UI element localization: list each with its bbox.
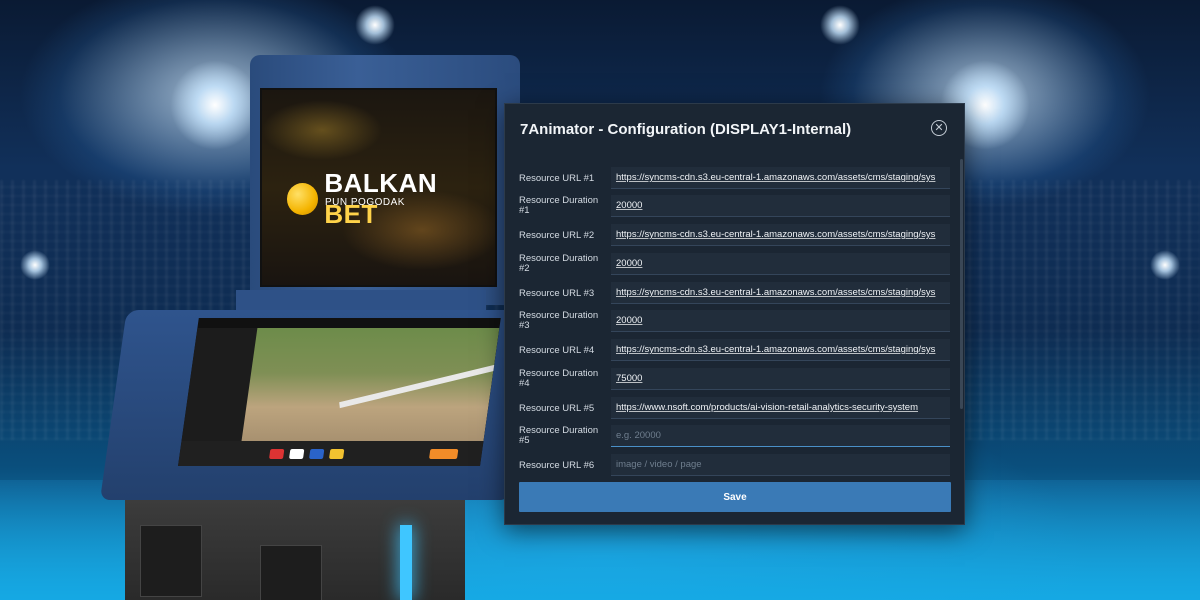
form-row-duration-1: Resource Duration #1 20000 xyxy=(519,195,951,219)
field-label: Resource Duration #1 xyxy=(519,195,599,216)
resource-url-2-input[interactable]: https://syncms-cdn.s3.eu-central-1.amazo… xyxy=(611,224,950,246)
form-row-url-4: Resource URL #4 https://syncms-cdn.s3.eu… xyxy=(519,339,951,363)
form-row-url-2: Resource URL #2 https://syncms-cdn.s3.eu… xyxy=(519,224,951,248)
save-button[interactable]: Save xyxy=(519,482,951,512)
game-bottom-bar xyxy=(178,441,484,466)
resource-url-5-input[interactable]: https://www.nsoft.com/products/ai-vision… xyxy=(611,397,950,419)
field-label: Resource URL #3 xyxy=(519,288,595,299)
dialog-scrollbar[interactable] xyxy=(960,159,963,409)
race-track xyxy=(241,328,500,441)
game-chip xyxy=(308,449,325,459)
resource-duration-5-input[interactable]: e.g. 20000 xyxy=(611,425,950,447)
form-row-duration-4: Resource Duration #4 75000 xyxy=(519,368,951,392)
resource-duration-2-input[interactable]: 20000 xyxy=(611,253,950,275)
game-chip xyxy=(268,449,285,459)
field-label: Resource Duration #2 xyxy=(519,253,599,274)
field-label: Resource URL #5 xyxy=(519,403,595,414)
form-row-duration-2: Resource Duration #2 20000 xyxy=(519,253,951,277)
brand-name-part1: BALKAN xyxy=(324,168,438,198)
input-value: 75000 xyxy=(616,373,643,384)
resource-duration-1-input[interactable]: 20000 xyxy=(611,195,950,217)
game-chip xyxy=(288,449,305,459)
kiosk-glow-edge xyxy=(400,525,412,600)
game-chip xyxy=(428,449,459,459)
form-row-url-1: Resource URL #1 https://syncms-cdn.s3.eu… xyxy=(519,167,951,191)
field-label: Resource Duration #4 xyxy=(519,368,599,389)
input-value: 20000 xyxy=(616,315,643,326)
coin-slot xyxy=(260,545,322,600)
resource-duration-4-input[interactable]: 75000 xyxy=(611,368,950,390)
field-label: Resource URL #1 xyxy=(519,173,595,184)
field-label: Resource URL #6 xyxy=(519,460,595,471)
kiosk-game-screen xyxy=(178,318,501,466)
field-label: Resource URL #4 xyxy=(519,345,595,356)
kiosk-top-screen: BALKAN BET PUN POGODAK xyxy=(260,88,497,287)
background-scene: BALKAN BET PUN POGODAK 7Animator - Confi… xyxy=(0,0,1200,600)
form-row-duration-3: Resource Duration #3 20000 xyxy=(519,310,951,334)
input-value: 20000 xyxy=(616,200,643,211)
form-row-url-5: Resource URL #5 https://www.nsoft.com/pr… xyxy=(519,397,951,421)
input-value: https://syncms-cdn.s3.eu-central-1.amazo… xyxy=(616,172,936,183)
field-label: Resource Duration #3 xyxy=(519,310,599,331)
brand-ball-icon xyxy=(287,183,319,215)
field-label: Resource Duration #5 xyxy=(519,425,599,446)
resource-url-1-input[interactable]: https://syncms-cdn.s3.eu-central-1.amazo… xyxy=(611,167,950,189)
configuration-dialog: 7Animator - Configuration (DISPLAY1-Inte… xyxy=(504,103,965,525)
resource-url-4-input[interactable]: https://syncms-cdn.s3.eu-central-1.amazo… xyxy=(611,339,950,361)
resource-duration-3-input[interactable]: 20000 xyxy=(611,310,950,332)
input-value: https://syncms-cdn.s3.eu-central-1.amazo… xyxy=(616,287,936,298)
game-chip xyxy=(328,449,345,459)
ticket-slot xyxy=(140,525,202,597)
input-value: 20000 xyxy=(616,258,643,269)
form-row-duration-5: Resource Duration #5 e.g. 20000 xyxy=(519,425,951,449)
brand-tagline: PUN POGODAK xyxy=(325,197,405,208)
resource-url-3-input[interactable]: https://syncms-cdn.s3.eu-central-1.amazo… xyxy=(611,282,950,304)
form-row-url-6: Resource URL #6 image / video / page xyxy=(519,454,951,478)
dialog-title: 7Animator - Configuration (DISPLAY1-Inte… xyxy=(520,121,852,138)
field-label: Resource URL #2 xyxy=(519,230,595,241)
input-value: https://syncms-cdn.s3.eu-central-1.amazo… xyxy=(616,344,936,355)
input-value: https://www.nsoft.com/products/ai-vision… xyxy=(616,402,918,413)
form-row-url-3: Resource URL #3 https://syncms-cdn.s3.eu… xyxy=(519,282,951,306)
resource-url-6-input[interactable]: image / video / page xyxy=(611,454,950,476)
close-icon[interactable]: ✕ xyxy=(931,120,947,136)
input-value: https://syncms-cdn.s3.eu-central-1.amazo… xyxy=(616,229,936,240)
config-form: Resource URL #1 https://syncms-cdn.s3.eu… xyxy=(519,162,951,526)
